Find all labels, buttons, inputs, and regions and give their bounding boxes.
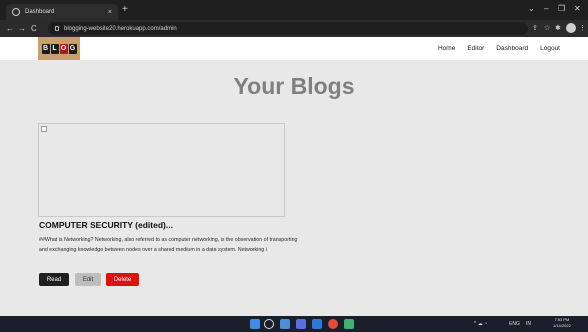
browser-tab[interactable]: Dashboard ×: [6, 4, 118, 20]
clock-date: 1/14/2022: [553, 323, 571, 328]
url-text[interactable]: blogging-website20.herokuapp.com/admin: [64, 26, 177, 32]
back-button[interactable]: ←: [6, 22, 14, 35]
tab-title: Dashboard: [25, 9, 55, 15]
delete-button[interactable]: Delete: [106, 273, 139, 286]
edit-button[interactable]: Edit: [75, 273, 101, 286]
logo-letter: O: [59, 43, 68, 54]
broken-image-icon: [41, 126, 47, 132]
tab-search-icon[interactable]: ⌄: [528, 3, 535, 15]
nav-link-dashboard[interactable]: Dashboard: [496, 45, 528, 52]
browser-toolbar: ← → C blogging-website20.herokuapp.com/a…: [0, 20, 588, 37]
file-explorer-icon[interactable]: [312, 319, 322, 329]
tray-icons[interactable]: ^ ☁ ◔: [474, 319, 487, 329]
site-logo[interactable]: B L O G: [38, 37, 80, 60]
blog-card-title: COMPUTER SECURITY (edited)...: [39, 220, 173, 230]
forward-button[interactable]: →: [18, 22, 26, 35]
site-header: B L O G Home Editor Dashboard Logout: [0, 37, 588, 60]
menu-icon[interactable]: ⋮: [579, 24, 586, 33]
globe-icon: [12, 8, 20, 16]
close-window-button[interactable]: ✕: [574, 3, 581, 15]
share-icon[interactable]: ⇪: [532, 24, 538, 33]
app-icon[interactable]: [344, 319, 354, 329]
site-nav: Home Editor Dashboard Logout: [438, 37, 560, 60]
extensions-icon[interactable]: ✱: [555, 24, 561, 33]
address-bar[interactable]: blogging-website20.herokuapp.com/admin: [48, 22, 528, 35]
taskbar-clock[interactable]: 7:53 PM 1/14/2022: [553, 317, 571, 329]
minimize-button[interactable]: –: [544, 3, 548, 15]
logo-letter: G: [68, 43, 77, 54]
blog-card-excerpt: ##What is Networking? Networking, also r…: [39, 237, 298, 253]
widgets-icon[interactable]: [296, 319, 306, 329]
tray-region[interactable]: IN: [526, 319, 531, 329]
new-tab-button[interactable]: +: [122, 4, 128, 16]
start-icon[interactable]: [250, 319, 260, 329]
star-icon[interactable]: ☆: [544, 24, 550, 33]
reload-button[interactable]: C: [31, 22, 37, 35]
tab-close-icon[interactable]: ×: [108, 9, 112, 16]
search-icon[interactable]: [264, 319, 274, 329]
nav-link-editor[interactable]: Editor: [467, 45, 484, 52]
read-button[interactable]: Read: [39, 273, 69, 286]
nav-link-logout[interactable]: Logout: [540, 45, 560, 52]
os-taskbar: ^ ☁ ◔ ENG IN 7:53 PM 1/14/2022: [0, 316, 588, 332]
maximize-button[interactable]: ❐: [558, 3, 565, 15]
blog-card-image: [38, 123, 285, 217]
logo-letter: L: [50, 43, 59, 54]
logo-letter: B: [41, 43, 50, 54]
nav-link-home[interactable]: Home: [438, 45, 455, 52]
task-view-icon[interactable]: [280, 319, 290, 329]
chrome-icon[interactable]: [328, 319, 338, 329]
page-title: Your Blogs: [233, 73, 355, 99]
browser-tabbar: Dashboard × + ⌄ – ❐ ✕: [0, 0, 588, 20]
lock-icon: [55, 26, 59, 31]
tray-language[interactable]: ENG: [509, 319, 520, 329]
profile-avatar-icon[interactable]: [566, 23, 576, 33]
